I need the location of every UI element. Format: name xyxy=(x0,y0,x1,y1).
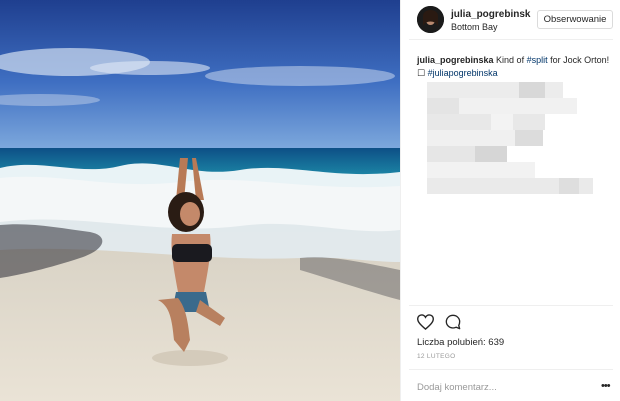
header-divider xyxy=(409,39,613,40)
instagram-post: julia_pogrebinsk Bottom Bay Obserwowanie… xyxy=(0,0,620,401)
post-photo[interactable] xyxy=(0,0,400,401)
avatar-image xyxy=(417,6,444,33)
post-header: julia_pogrebinsk Bottom Bay Obserwowanie xyxy=(401,0,620,38)
more-options-icon[interactable]: ••• xyxy=(601,381,613,392)
comment-divider xyxy=(409,369,613,370)
caption-username-link[interactable]: julia_pogrebinska xyxy=(417,55,494,65)
following-button[interactable]: Obserwowanie xyxy=(537,10,613,29)
caption-text-1: Kind of xyxy=(496,55,527,65)
caption: julia_pogrebinska Kind of #split for Joc… xyxy=(417,54,612,80)
post-actions xyxy=(416,314,477,331)
likes-count[interactable]: Liczba polubień: 639 xyxy=(417,337,504,348)
hashtag-link-split[interactable]: #split xyxy=(527,55,548,65)
comment-bubble-icon[interactable] xyxy=(445,314,461,330)
post-details-panel: julia_pogrebinsk Bottom Bay Obserwowanie… xyxy=(400,0,620,401)
actions-divider xyxy=(409,305,613,306)
heart-icon[interactable] xyxy=(416,314,435,331)
avatar[interactable] xyxy=(417,6,444,33)
post-date: 12 LUTEGO xyxy=(417,353,456,360)
comment-input[interactable] xyxy=(417,380,593,394)
hashtag-link-juliapogrebinska[interactable]: #juliapogrebinska xyxy=(428,68,498,78)
beach-photo-image xyxy=(0,0,400,401)
username-link[interactable]: julia_pogrebinsk xyxy=(451,9,530,20)
location-link[interactable]: Bottom Bay xyxy=(451,22,498,32)
